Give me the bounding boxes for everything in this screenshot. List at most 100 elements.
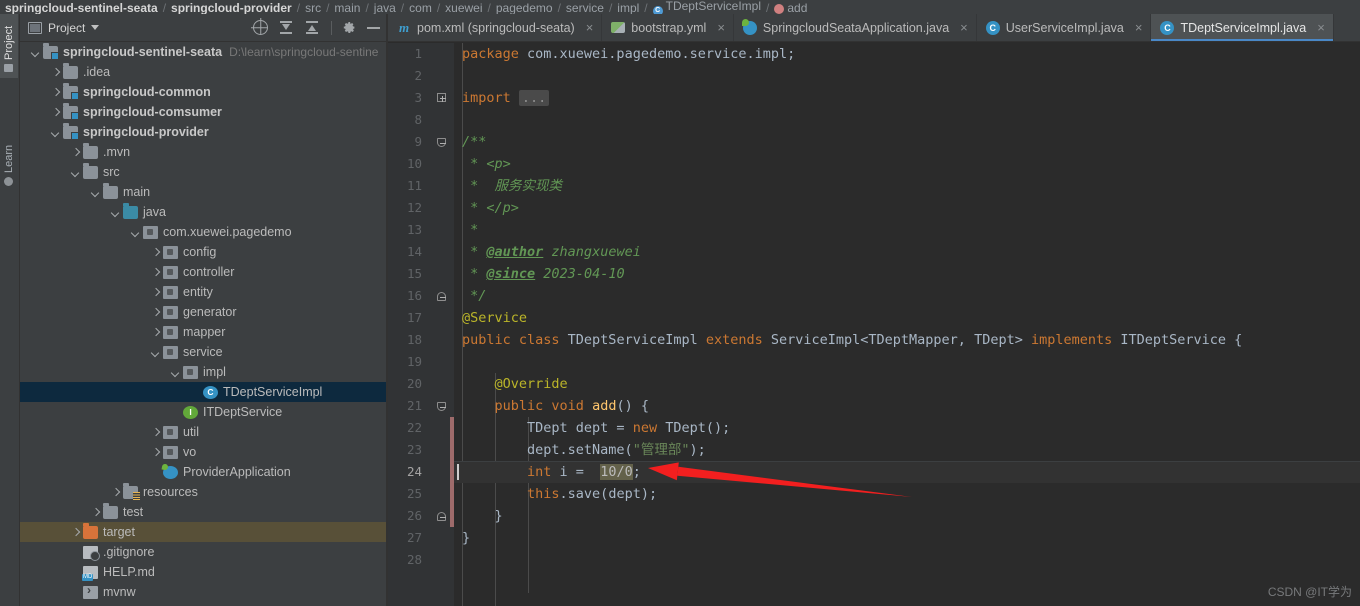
tree-node-impl[interactable]: impl [20, 362, 386, 382]
tree-node-main[interactable]: main [20, 182, 386, 202]
gutter-line[interactable]: 8 [388, 109, 454, 131]
code-line[interactable]: * @since 2023-04-10 [454, 263, 1360, 285]
code-line[interactable]: @Override [454, 373, 1360, 395]
tree-node--gitignore[interactable]: .gitignore [20, 542, 386, 562]
tree-node-resources[interactable]: resources [20, 482, 386, 502]
minimize-icon[interactable] [367, 21, 380, 34]
editor-tab-userserviceimpl-java[interactable]: C UserServiceImpl.java × [977, 14, 1152, 41]
close-icon[interactable]: × [586, 21, 594, 34]
breadcrumb[interactable]: springcloud-sentinel-seata / springcloud-p… [0, 0, 1360, 14]
code-line[interactable]: public class TDeptServiceImpl extends Se… [454, 329, 1360, 351]
tree-node-providerapplication[interactable]: ProviderApplication [20, 462, 386, 482]
code-line[interactable]: } [454, 505, 1360, 527]
tree-node-springcloud-sentinel-seata[interactable]: springcloud-sentinel-seata D:\learn\sprin… [20, 42, 386, 62]
chevron-right-icon[interactable] [50, 67, 61, 78]
close-icon[interactable]: × [717, 21, 725, 34]
breadcrumb-item[interactable]: java [373, 2, 397, 14]
code-line[interactable]: int i = 10/0; [454, 461, 1360, 483]
editor-tab-bootstrap-yml[interactable]: bootstrap.yml × [602, 14, 734, 41]
tree-node-src[interactable]: src [20, 162, 386, 182]
gear-icon[interactable] [343, 21, 356, 34]
editor-tab-pom-xml-springcloud-seata-[interactable]: m pom.xml (springcloud-seata) × [388, 14, 603, 41]
fold-expand-icon[interactable] [436, 92, 447, 103]
chevron-right-icon[interactable] [150, 327, 161, 338]
gutter-line[interactable]: 19 [388, 351, 454, 373]
tree-node-itdeptservice[interactable]: I ITDeptService [20, 402, 386, 422]
chevron-down-icon[interactable] [110, 207, 121, 218]
chevron-right-icon[interactable] [150, 427, 161, 438]
chevron-right-icon[interactable] [150, 267, 161, 278]
tree-node-springcloud-comsumer[interactable]: springcloud-comsumer [20, 102, 386, 122]
tree-node-mapper[interactable]: mapper [20, 322, 386, 342]
tree-node-generator[interactable]: generator [20, 302, 386, 322]
gutter-line[interactable]: 23 [388, 439, 454, 461]
tree-node-util[interactable]: util [20, 422, 386, 442]
gutter-line[interactable]: 11 [388, 175, 454, 197]
tree-node-tdeptserviceimpl[interactable]: C TDeptServiceImpl [20, 382, 386, 402]
breadcrumb-item[interactable]: impl [616, 2, 640, 14]
code-editor[interactable]: 1 2 3 8 9 10 11 12 13 14 15 16 17 18 19 20 21 22 23 24 25 26 2… [388, 43, 1360, 606]
gutter-line[interactable]: 12 [388, 197, 454, 219]
breadcrumb-item[interactable]: service [565, 2, 605, 14]
code-line[interactable]: dept.setName("管理部"); [454, 439, 1360, 461]
code-line[interactable]: } [454, 527, 1360, 549]
code-line[interactable] [454, 549, 1360, 571]
gutter-line[interactable]: 28 [388, 549, 454, 571]
chevron-right-icon[interactable] [50, 87, 61, 98]
fold-end-icon[interactable] [436, 290, 447, 301]
code-line[interactable]: TDept dept = new TDept(); [454, 417, 1360, 439]
tree-node-service[interactable]: service [20, 342, 386, 362]
gutter-line[interactable]: 16 [388, 285, 454, 307]
gutter-line[interactable]: 22 [388, 417, 454, 439]
gutter-line[interactable]: 24 [388, 461, 454, 483]
tree-node--mvn[interactable]: .mvn [20, 142, 386, 162]
code-line[interactable]: /** [454, 131, 1360, 153]
gutter-line[interactable]: 27 [388, 527, 454, 549]
editor-gutter[interactable]: 1 2 3 8 9 10 11 12 13 14 15 16 17 18 19 20 21 22 23 24 25 26 2… [388, 43, 454, 606]
chevron-down-icon[interactable] [91, 25, 100, 30]
gutter-line[interactable]: 25 [388, 483, 454, 505]
editor-tab-springcloudseataapplication-java[interactable]: SpringcloudSeataApplication.java × [734, 14, 977, 41]
project-tree[interactable]: springcloud-sentinel-seata D:\learn\sprin… [20, 42, 386, 606]
chevron-down-icon[interactable] [30, 47, 41, 58]
expand-all-icon[interactable] [279, 20, 294, 35]
chevron-right-icon[interactable] [70, 147, 81, 158]
tree-node-java[interactable]: java [20, 202, 386, 222]
code-line[interactable]: * @author zhangxuewei [454, 241, 1360, 263]
fold-collapse-icon[interactable] [436, 400, 447, 411]
tool-window-tab-project[interactable]: Project [0, 14, 18, 78]
chevron-down-icon[interactable] [150, 347, 161, 358]
gutter-line[interactable]: 21 [388, 395, 454, 417]
gutter-line[interactable]: 17 [388, 307, 454, 329]
chevron-right-icon[interactable] [90, 507, 101, 518]
breadcrumb-item[interactable]: pagedemo [495, 2, 554, 14]
chevron-right-icon[interactable] [70, 527, 81, 538]
locate-in-tree-icon[interactable] [253, 20, 268, 35]
chevron-down-icon[interactable] [90, 187, 101, 198]
code-line[interactable] [454, 109, 1360, 131]
fold-collapse-icon[interactable] [436, 136, 447, 147]
breadcrumb-item[interactable]: com [408, 2, 433, 14]
code-line[interactable]: @Service [454, 307, 1360, 329]
breadcrumb-item[interactable]: C TDeptServiceImpl [652, 0, 762, 14]
collapse-all-icon[interactable] [305, 20, 320, 35]
gutter-line[interactable]: 9 [388, 131, 454, 153]
editor-code-lines[interactable]: package com.xuewei.pagedemo.service.impl… [454, 43, 1360, 606]
chevron-right-icon[interactable] [150, 287, 161, 298]
breadcrumb-item[interactable]: src [304, 2, 322, 14]
close-icon[interactable]: × [1135, 21, 1143, 34]
code-line[interactable]: import ... [454, 87, 1360, 109]
breadcrumb-item[interactable]: springcloud-sentinel-seata [4, 2, 159, 14]
tree-node-target[interactable]: target [20, 522, 386, 542]
code-line[interactable] [454, 351, 1360, 373]
code-line[interactable]: * [454, 219, 1360, 241]
close-icon[interactable]: × [960, 21, 968, 34]
close-icon[interactable]: × [1317, 21, 1325, 34]
breadcrumb-item[interactable]: main [333, 2, 361, 14]
chevron-down-icon[interactable] [130, 227, 141, 238]
tree-node-test[interactable]: test [20, 502, 386, 522]
chevron-down-icon[interactable] [170, 367, 181, 378]
chevron-right-icon[interactable] [50, 107, 61, 118]
gutter-line[interactable]: 13 [388, 219, 454, 241]
tree-node-controller[interactable]: controller [20, 262, 386, 282]
